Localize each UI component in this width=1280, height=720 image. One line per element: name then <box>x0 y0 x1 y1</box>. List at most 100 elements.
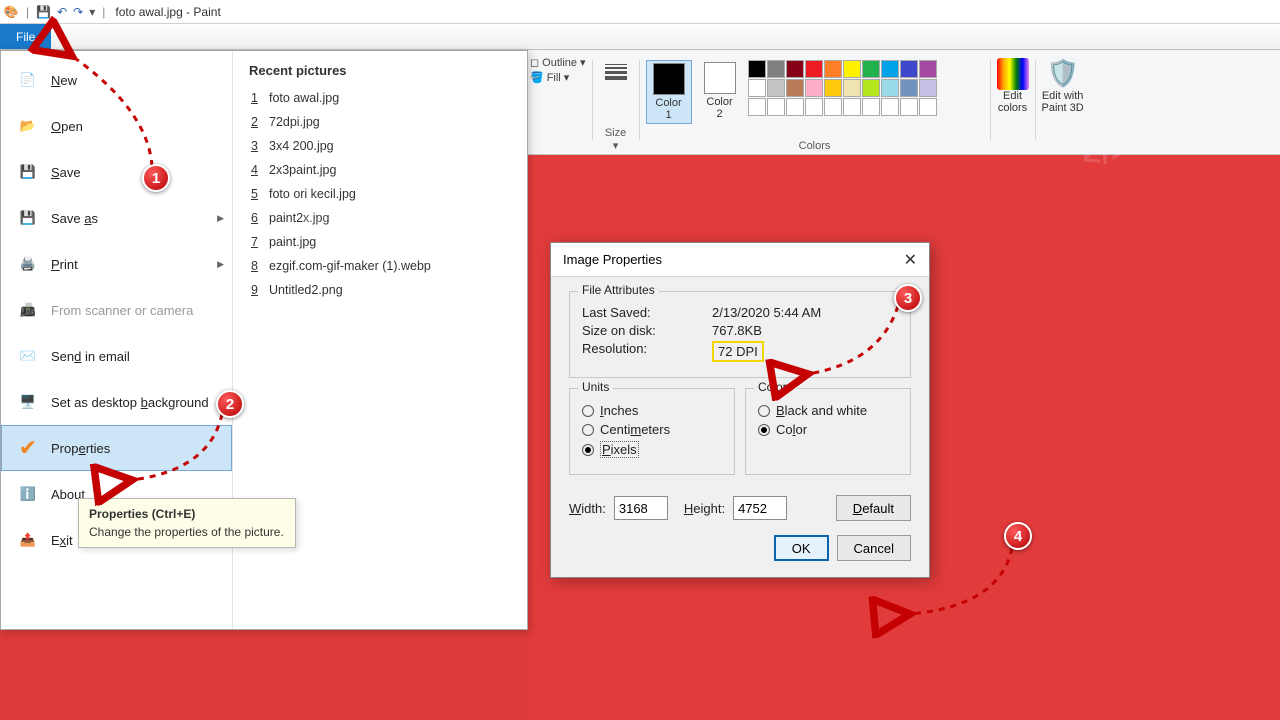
swatch[interactable] <box>786 79 804 97</box>
close-icon[interactable]: ✕ <box>904 250 917 270</box>
about-icon: ℹ️ <box>15 481 41 507</box>
recent-item[interactable]: 8ezgif.com-gif-maker (1).webp <box>249 254 511 278</box>
swatch[interactable] <box>881 98 899 116</box>
color2-button[interactable]: Color 2 <box>698 60 742 122</box>
menu-desktop-bg[interactable]: 🖥️Set as desktop background▶ <box>1 379 232 425</box>
swatch[interactable] <box>881 79 899 97</box>
swatch[interactable] <box>843 60 861 78</box>
height-input[interactable] <box>733 496 787 520</box>
swatch[interactable] <box>767 60 785 78</box>
width-input[interactable] <box>614 496 668 520</box>
file-attributes-group: File Attributes Last Saved:2/13/2020 5:4… <box>569 291 911 378</box>
recent-item[interactable]: 6paint2x.jpg <box>249 206 511 230</box>
default-button[interactable]: Default <box>836 495 911 521</box>
swatch[interactable] <box>843 79 861 97</box>
color1-button[interactable]: Color 1 <box>646 60 692 124</box>
color-swatches[interactable] <box>748 60 937 116</box>
swatch[interactable] <box>748 98 766 116</box>
saveas-icon: 💾 <box>15 205 41 231</box>
last-saved-value: 2/13/2020 5:44 AM <box>712 305 821 320</box>
tooltip-body: Change the properties of the picture. <box>89 525 285 539</box>
file-tab[interactable]: File <box>0 24 51 49</box>
menu-print[interactable]: 🖨️Print▶ <box>1 241 232 287</box>
ribbon: ◻Outline ▾ 🪣Fill ▾ Size▾ Color 1 Color 2… <box>500 50 1280 155</box>
recent-item[interactable]: 33x4 200.jpg <box>249 134 511 158</box>
qat-undo-icon[interactable]: ↶ <box>57 5 67 19</box>
menu-save-as[interactable]: 💾Save as▶ <box>1 195 232 241</box>
radio-pixels[interactable]: Pixels <box>582 441 722 458</box>
ribbon-size[interactable]: Size▾ <box>593 56 639 154</box>
menu-scanner: 📠From scanner or camera <box>1 287 232 333</box>
menu-save[interactable]: 💾Save <box>1 149 232 195</box>
radio-cm[interactable]: Centimeters <box>582 422 722 437</box>
properties-tooltip: Properties (Ctrl+E) Change the propertie… <box>78 498 296 548</box>
recent-item[interactable]: 1foto awal.jpg <box>249 86 511 110</box>
radio-color[interactable]: Color <box>758 422 898 437</box>
ribbon-tabs: File <box>0 24 1280 50</box>
qat-redo-icon[interactable]: ↷ <box>73 5 83 19</box>
swatch[interactable] <box>748 60 766 78</box>
new-icon: 📄 <box>15 67 41 93</box>
swatch[interactable] <box>824 98 842 116</box>
swatch[interactable] <box>767 98 785 116</box>
swatch[interactable] <box>919 79 937 97</box>
qat-save-icon[interactable]: 💾 <box>36 5 51 19</box>
recent-header: Recent pictures <box>249 63 511 78</box>
swatch[interactable] <box>805 98 823 116</box>
menu-properties[interactable]: ✔Properties <box>1 425 232 471</box>
radio-inches[interactable]: Inches <box>582 403 722 418</box>
paint3d-button[interactable]: 🛡️ Edit with Paint 3D <box>1036 56 1090 116</box>
menu-email[interactable]: ✉️Send in email <box>1 333 232 379</box>
title-appname: Paint <box>193 5 220 19</box>
swatch[interactable] <box>862 79 880 97</box>
cancel-button[interactable]: Cancel <box>837 535 911 561</box>
swatch[interactable] <box>919 98 937 116</box>
swatch[interactable] <box>881 60 899 78</box>
swatch[interactable] <box>824 79 842 97</box>
menu-open[interactable]: 📂Open <box>1 103 232 149</box>
open-icon: 📂 <box>15 113 41 139</box>
recent-item[interactable]: 5foto ori kecil.jpg <box>249 182 511 206</box>
annotation-badge-3: 3 <box>894 284 922 312</box>
edit-colors-button[interactable]: Edit colors <box>991 56 1035 116</box>
tooltip-title: Properties (Ctrl+E) <box>89 507 285 521</box>
swatch[interactable] <box>862 98 880 116</box>
desktop-bg-icon: 🖥️ <box>15 389 41 415</box>
recent-item[interactable]: 7paint.jpg <box>249 230 511 254</box>
swatch[interactable] <box>748 79 766 97</box>
swatch[interactable] <box>900 79 918 97</box>
app-icon: 🎨 <box>0 5 22 19</box>
titlebar: 🎨 | 💾 ↶ ↷ ▾ | foto awal.jpg - Paint <box>0 0 1280 24</box>
recent-item[interactable]: 9Untitled2.png <box>249 278 511 302</box>
swatch[interactable] <box>900 98 918 116</box>
fill-icon: 🪣 <box>530 71 544 84</box>
size-on-disk-value: 767.8KB <box>712 323 762 338</box>
units-group: Units Inches Centimeters Pixels <box>569 388 735 475</box>
radio-bw[interactable]: Black and white <box>758 403 898 418</box>
swatch[interactable] <box>805 79 823 97</box>
menu-new[interactable]: 📄New <box>1 57 232 103</box>
print-icon: 🖨️ <box>15 251 41 277</box>
swatch[interactable] <box>767 79 785 97</box>
swatch[interactable] <box>824 60 842 78</box>
swatch[interactable] <box>786 60 804 78</box>
swatch[interactable] <box>862 60 880 78</box>
swatch[interactable] <box>919 60 937 78</box>
save-icon: 💾 <box>15 159 41 185</box>
swatch[interactable] <box>843 98 861 116</box>
email-icon: ✉️ <box>15 343 41 369</box>
colors-group: Colors Black and white Color <box>745 388 911 475</box>
size-icon <box>605 62 627 82</box>
exit-icon: 📤 <box>15 527 41 553</box>
resolution-value: 72 DPI <box>712 341 764 362</box>
paint3d-icon: 🛡️ <box>1047 58 1079 90</box>
swatch[interactable] <box>900 60 918 78</box>
title-filename: foto awal.jpg <box>115 5 182 19</box>
ok-button[interactable]: OK <box>774 535 829 561</box>
ribbon-shape-tools: ◻Outline ▾ 🪣Fill ▾ <box>530 56 592 84</box>
recent-item[interactable]: 272dpi.jpg <box>249 110 511 134</box>
recent-item[interactable]: 42x3paint.jpg <box>249 158 511 182</box>
swatch[interactable] <box>805 60 823 78</box>
swatch[interactable] <box>786 98 804 116</box>
annotation-badge-1: 1 <box>142 164 170 192</box>
